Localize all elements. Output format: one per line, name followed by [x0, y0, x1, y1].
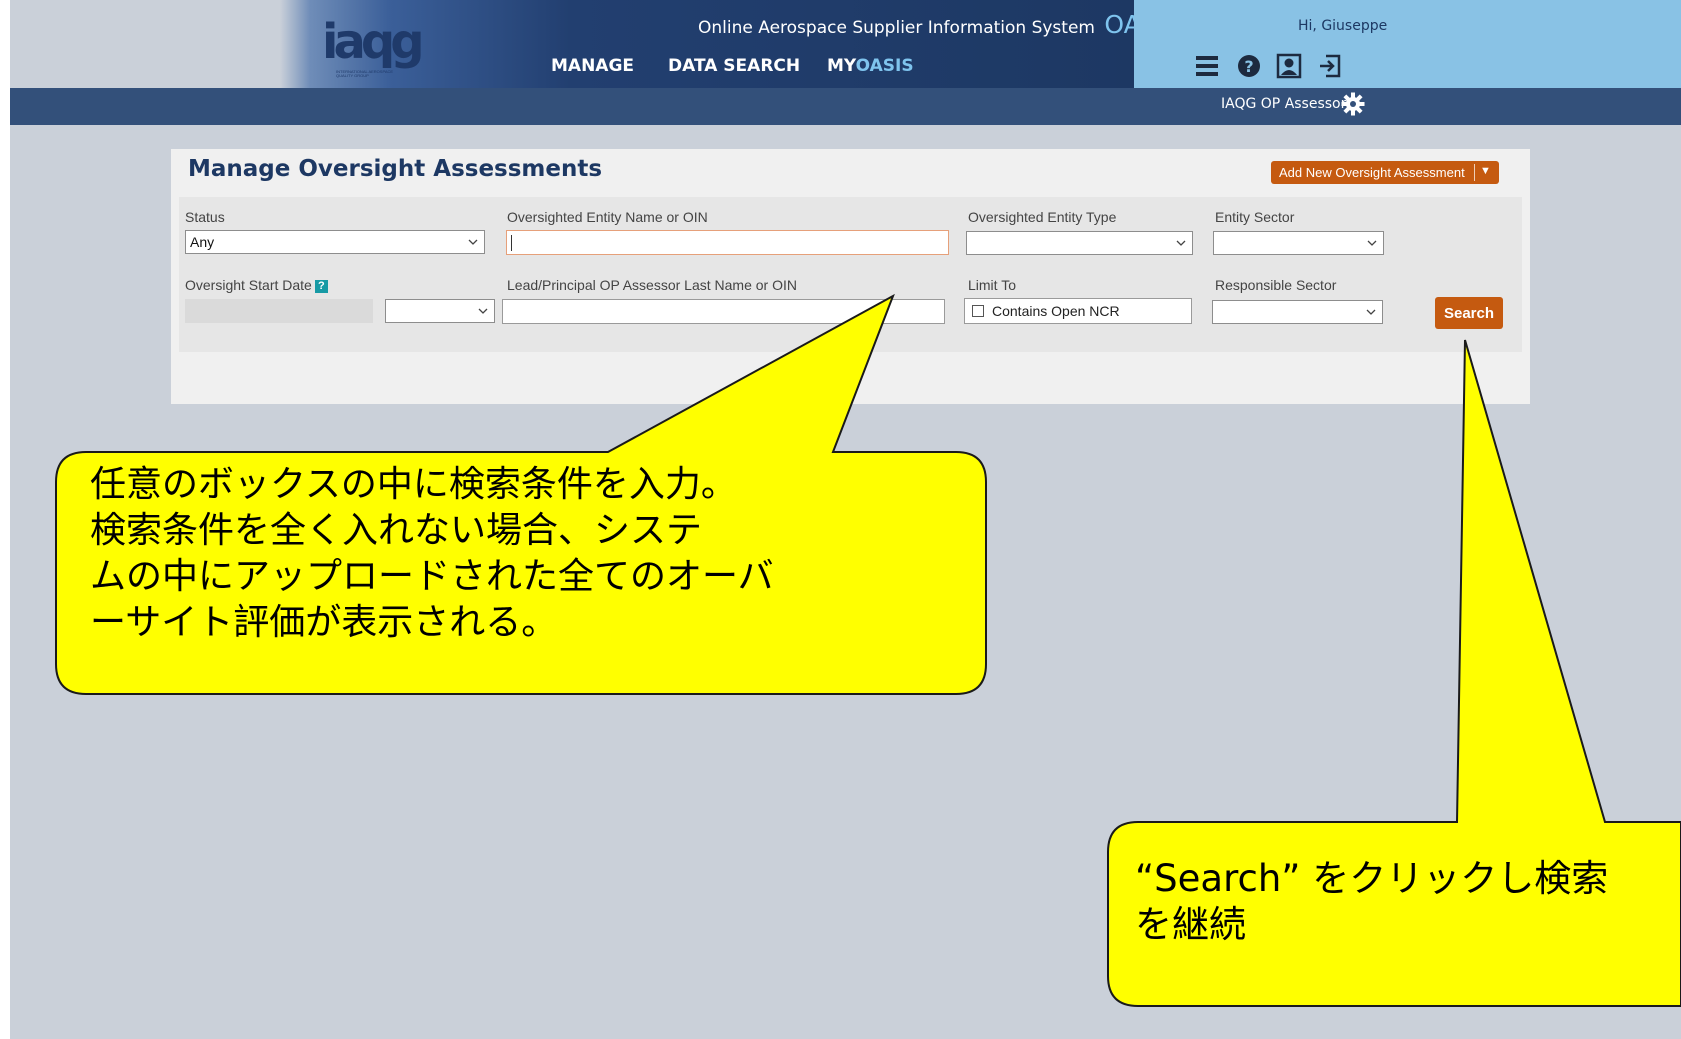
callout-line: 検索条件を全く入れない場合、システ — [90, 510, 703, 551]
callout-line: ーサイト評価が表示される。 — [90, 602, 558, 643]
callout-search-text: “Search” をクリックし検索 を継続 — [1135, 856, 1665, 948]
callout-instruction-text: 任意のボックスの中に検索条件を入力。 検索条件を全く入れない場合、システ ムの中… — [90, 462, 990, 646]
callout-line: を継続 — [1135, 903, 1246, 946]
callout-line: ムの中にアップロードされた全てのオーバ — [90, 556, 774, 597]
callout-line: 任意のボックスの中に検索条件を入力。 — [90, 464, 737, 505]
callout-line: “Search” をクリックし検索 — [1135, 857, 1609, 900]
